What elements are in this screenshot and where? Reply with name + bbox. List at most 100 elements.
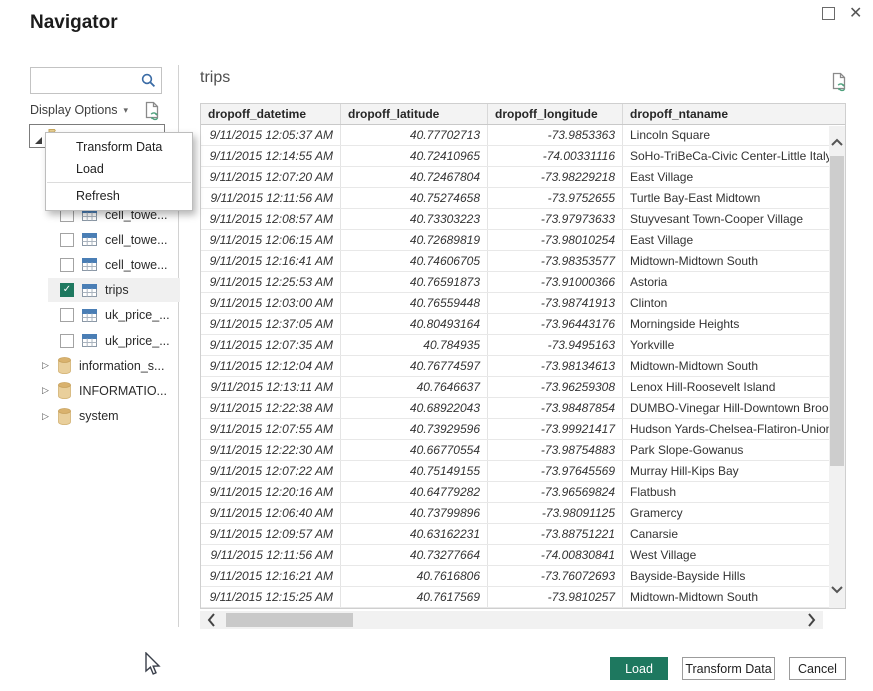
cell-dropoff_datetime: 9/11/2015 12:03:00 AM xyxy=(201,293,341,313)
table-row: 9/11/2015 12:05:37 AM40.77702713-73.9853… xyxy=(201,125,845,146)
cell-dropoff_longitude: -73.97645569 xyxy=(488,461,623,481)
scroll-right-icon[interactable] xyxy=(807,612,817,633)
display-options-dropdown[interactable]: Display Options▾ xyxy=(30,103,128,117)
tree-item-label: information_s... xyxy=(79,359,164,373)
scroll-down-icon[interactable] xyxy=(830,582,844,600)
table-row: 9/11/2015 12:12:04 AM40.76774597-73.9813… xyxy=(201,356,845,377)
table-row: 9/11/2015 12:16:41 AM40.74606705-73.9835… xyxy=(201,251,845,272)
tree-item-cell-towe[interactable]: cell_towe... xyxy=(30,227,178,252)
checkbox[interactable] xyxy=(60,233,74,247)
table-row: 9/11/2015 12:03:00 AM40.76559448-73.9874… xyxy=(201,293,845,314)
tree-item-uk-price[interactable]: uk_price_... xyxy=(30,328,178,353)
cell-dropoff_latitude: 40.73929596 xyxy=(341,419,488,439)
checkbox[interactable] xyxy=(60,308,74,322)
load-button[interactable]: Load xyxy=(610,657,668,680)
cell-dropoff_datetime: 9/11/2015 12:22:30 AM xyxy=(201,440,341,460)
scroll-up-icon[interactable] xyxy=(830,134,844,152)
cell-dropoff_ntaname: Hudson Yards-Chelsea-Flatiron-Union Squa… xyxy=(623,419,846,439)
table-row: 9/11/2015 12:16:21 AM40.7616806-73.76072… xyxy=(201,566,845,587)
vertical-scroll-thumb[interactable] xyxy=(830,156,844,466)
table-row: 9/11/2015 12:07:55 AM40.73929596-73.9992… xyxy=(201,419,845,440)
tree-item-informatio[interactable]: ▷ INFORMATIO... xyxy=(30,378,178,403)
database-icon xyxy=(58,357,71,374)
table-row: 9/11/2015 12:14:55 AM40.72410965-74.0033… xyxy=(201,146,845,167)
menu-item-load[interactable]: Load xyxy=(46,158,192,180)
cell-dropoff_latitude: 40.75149155 xyxy=(341,461,488,481)
table-row: 9/11/2015 12:07:22 AM40.75149155-73.9764… xyxy=(201,461,845,482)
cell-dropoff_datetime: 9/11/2015 12:15:25 AM xyxy=(201,587,341,607)
tree-item-cell-towe[interactable]: cell_towe... xyxy=(30,252,178,277)
cell-dropoff_latitude: 40.68922043 xyxy=(341,398,488,418)
cell-dropoff_datetime: 9/11/2015 12:20:16 AM xyxy=(201,482,341,502)
column-header-dropoff_latitude[interactable]: dropoff_latitude xyxy=(341,104,488,124)
tree-item-label: trips xyxy=(105,283,129,297)
cell-dropoff_ntaname: SoHo-TriBeCa-Civic Center-Little Italy xyxy=(623,146,846,166)
cell-dropoff_datetime: 9/11/2015 12:07:35 AM xyxy=(201,335,341,355)
cell-dropoff_ntaname: Lincoln Square xyxy=(623,125,846,145)
expand-arrow-icon[interactable]: ▷ xyxy=(42,385,52,396)
cell-dropoff_longitude: -73.98229218 xyxy=(488,167,623,187)
refresh-preview-icon[interactable] xyxy=(832,72,849,98)
column-header-dropoff_longitude[interactable]: dropoff_longitude xyxy=(488,104,623,124)
table-row: 9/11/2015 12:07:35 AM40.784935-73.949516… xyxy=(201,335,845,356)
horizontal-scroll-thumb[interactable] xyxy=(226,613,353,627)
cell-dropoff_datetime: 9/11/2015 12:25:53 AM xyxy=(201,272,341,292)
column-header-dropoff_ntaname[interactable]: dropoff_ntaname xyxy=(623,104,846,124)
database-icon xyxy=(58,408,71,425)
cancel-button[interactable]: Cancel xyxy=(789,657,846,680)
cell-dropoff_latitude: 40.76591873 xyxy=(341,272,488,292)
search-input[interactable] xyxy=(35,70,140,91)
checkbox[interactable] xyxy=(60,334,74,348)
cell-dropoff_longitude: -74.00830841 xyxy=(488,545,623,565)
cell-dropoff_longitude: -73.98010254 xyxy=(488,230,623,250)
cell-dropoff_longitude: -73.97973633 xyxy=(488,209,623,229)
tree-item-information-s[interactable]: ▷ information_s... xyxy=(30,353,178,378)
vertical-scrollbar[interactable] xyxy=(829,126,845,608)
expand-arrow-icon[interactable]: ▷ xyxy=(42,411,52,422)
cell-dropoff_ntaname: Astoria xyxy=(623,272,846,292)
menu-item-transform-data[interactable]: Transform Data xyxy=(46,136,192,158)
tree-item-trips[interactable]: ✓ trips xyxy=(30,278,178,303)
cell-dropoff_latitude: 40.77702713 xyxy=(341,125,488,145)
search-box[interactable] xyxy=(30,67,162,94)
cell-dropoff_datetime: 9/11/2015 12:16:21 AM xyxy=(201,566,341,586)
maximize-button[interactable] xyxy=(822,7,835,20)
transform-data-button[interactable]: Transform Data xyxy=(682,657,775,680)
checkbox[interactable] xyxy=(60,258,74,272)
tree-item-uk-price[interactable]: uk_price_... xyxy=(30,303,178,328)
cell-dropoff_longitude: -73.9752655 xyxy=(488,188,623,208)
cell-dropoff_datetime: 9/11/2015 12:11:56 AM xyxy=(201,188,341,208)
table-row: 9/11/2015 12:15:25 AM40.7617569-73.98102… xyxy=(201,587,845,608)
cell-dropoff_ntaname: Park Slope-Gowanus xyxy=(623,440,846,460)
cell-dropoff_latitude: 40.73799896 xyxy=(341,503,488,523)
cell-dropoff_latitude: 40.74606705 xyxy=(341,251,488,271)
cell-dropoff_datetime: 9/11/2015 12:06:15 AM xyxy=(201,230,341,250)
table-row: 9/11/2015 12:08:57 AM40.73303223-73.9797… xyxy=(201,209,845,230)
cell-dropoff_latitude: 40.7646637 xyxy=(341,377,488,397)
data-preview-grid: dropoff_datetimedropoff_latitudedropoff_… xyxy=(200,103,846,609)
expand-arrow-icon[interactable]: ▷ xyxy=(42,360,52,371)
search-icon[interactable] xyxy=(141,73,156,93)
cell-dropoff_longitude: -73.98741913 xyxy=(488,293,623,313)
display-options-label: Display Options xyxy=(30,103,118,117)
column-header-dropoff_datetime[interactable]: dropoff_datetime xyxy=(201,104,341,124)
collapse-arrow-icon[interactable] xyxy=(34,132,43,150)
tree-item-label: system xyxy=(79,409,119,423)
cell-dropoff_datetime: 9/11/2015 12:22:38 AM xyxy=(201,398,341,418)
table-icon xyxy=(82,233,97,246)
horizontal-scrollbar[interactable] xyxy=(200,611,823,629)
cell-dropoff_longitude: -73.96569824 xyxy=(488,482,623,502)
navigation-tree: cell_towe...cell_towe...cell_towe...✓tri… xyxy=(30,202,178,429)
tree-item-label: INFORMATIO... xyxy=(79,384,167,398)
scroll-left-icon[interactable] xyxy=(206,612,216,633)
table-row: 9/11/2015 12:09:57 AM40.63162231-73.8875… xyxy=(201,524,845,545)
cell-dropoff_datetime: 9/11/2015 12:07:20 AM xyxy=(201,167,341,187)
checkbox[interactable]: ✓ xyxy=(60,283,74,297)
close-button[interactable]: ✕ xyxy=(849,3,862,23)
cell-dropoff_datetime: 9/11/2015 12:05:37 AM xyxy=(201,125,341,145)
menu-item-refresh[interactable]: Refresh xyxy=(46,185,192,207)
context-menu: Transform DataLoad Refresh xyxy=(45,132,193,211)
preview-table-title: trips xyxy=(200,69,230,87)
cell-dropoff_ntaname: East Village xyxy=(623,167,846,187)
tree-item-system[interactable]: ▷ system xyxy=(30,404,178,429)
